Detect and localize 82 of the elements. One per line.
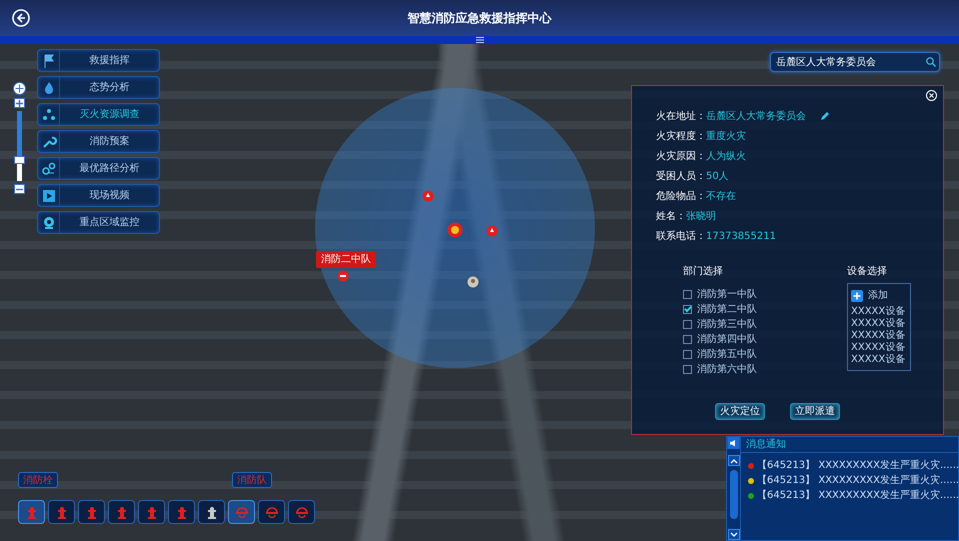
field-label: 受困人员：: [656, 170, 706, 184]
field-value: 17373855211: [706, 230, 776, 244]
chevron-down-icon: [730, 532, 738, 538]
zoom-slider[interactable]: [17, 111, 22, 181]
pin-icon: [422, 190, 434, 204]
field-label: 火灾程度：: [656, 130, 706, 144]
checkbox-label: 消防第五中队: [697, 348, 757, 362]
checkbox-item[interactable]: 消防第六中队: [683, 362, 757, 377]
speaker-icon: [727, 437, 740, 450]
close-icon: [926, 90, 937, 101]
checkbox[interactable]: [683, 290, 692, 299]
pin-icon: [486, 225, 498, 239]
menu-item[interactable]: 最优路径分析: [37, 157, 160, 180]
field-label: 联系电话：: [656, 230, 706, 244]
checkbox[interactable]: [683, 335, 692, 344]
station-marker-icon: [337, 270, 349, 282]
field-value: 岳麓区人大常务委员会: [706, 110, 806, 124]
checkbox[interactable]: [683, 350, 692, 359]
checkbox-item[interactable]: 消防第二中队: [683, 302, 757, 317]
checkbox-label: 消防第三中队: [697, 318, 757, 332]
back-button[interactable]: [12, 9, 30, 27]
checkbox-label: 消防第一中队: [697, 288, 757, 302]
search-field[interactable]: 岳麓区人大常务委员会: [770, 52, 940, 72]
slider-thumb[interactable]: [14, 156, 25, 164]
checkbox[interactable]: [683, 320, 692, 329]
toolbar-button[interactable]: [198, 500, 225, 524]
checkbox[interactable]: [683, 305, 692, 314]
search-icon[interactable]: [926, 57, 936, 67]
back-icon: [12, 9, 30, 27]
menu-item[interactable]: 灭火资源调查: [37, 103, 160, 126]
scroll-down-button[interactable]: [728, 529, 740, 540]
checkbox-label: 消防第二中队: [697, 302, 757, 317]
menu-item[interactable]: 救援指挥: [37, 49, 160, 72]
fire-marker-icon: [447, 222, 463, 238]
drag-handle-icon[interactable]: [476, 37, 484, 43]
device-item: XXXXX设备: [851, 318, 906, 330]
page-title: 智慧消防应急救援指挥中心: [408, 10, 552, 27]
chevron-up-icon: [730, 458, 738, 464]
route-icon: [40, 160, 58, 178]
field-label: 姓名：: [656, 210, 686, 224]
menu-item[interactable]: 现场视频: [37, 184, 160, 207]
zoom-out-button[interactable]: [14, 184, 25, 194]
field-value: 50人: [706, 170, 729, 184]
section-title: 部门选择: [683, 264, 724, 279]
plus-icon: [851, 290, 863, 302]
add-button[interactable]: 添加: [851, 288, 888, 303]
field-label: 火灾原因：: [656, 150, 706, 164]
close-button[interactable]: [926, 90, 937, 101]
checkbox-item[interactable]: 消防第一中队: [683, 287, 757, 302]
field-value: 人为纵火: [706, 150, 746, 164]
checkbox-item[interactable]: 消防第三中队: [683, 317, 757, 332]
zoom-in-button[interactable]: [14, 98, 25, 108]
field-label: 火在地址：: [656, 110, 706, 124]
checkbox-label: 消防第六中队: [697, 362, 757, 377]
checkbox-item[interactable]: 消防第四中队: [683, 332, 757, 347]
field-label: 危险物品：: [656, 190, 706, 204]
menu-item[interactable]: 态势分析: [37, 76, 160, 99]
panel-title: 消息通知: [741, 437, 959, 453]
checkbox-item[interactable]: 消防第五中队: [683, 347, 757, 362]
checkbox-label: 消防第四中队: [697, 332, 757, 347]
dispatch-button[interactable]: 立即派遣: [790, 403, 840, 420]
plus-icon: [16, 100, 23, 106]
menu-item[interactable]: 消防预案: [37, 130, 160, 153]
menu-item[interactable]: 重点区域监控: [37, 211, 160, 234]
field-value: 张晓明: [686, 210, 716, 224]
pencil-icon: [820, 111, 830, 121]
marker-label: 消防二中队: [316, 251, 376, 268]
notification-text[interactable]: 【645213】 XXXXXXXXX发生严重火灾......: [757, 473, 959, 488]
field-value: 不存在: [706, 190, 736, 204]
locate-button[interactable]: 火灾定位: [715, 403, 765, 420]
checkbox[interactable]: [683, 365, 692, 374]
notification-text[interactable]: 【645213】 XXXXXXXXX发生严重火灾......: [757, 458, 959, 473]
device-item: XXXXX设备: [851, 354, 906, 366]
section-title: 设备选择: [847, 264, 888, 279]
device-item: XXXXX设备: [851, 306, 906, 318]
pin-icon: [467, 276, 479, 290]
notification-text[interactable]: 【645213】 XXXXXXXXX发生严重火灾......: [757, 488, 959, 503]
scrollbar-thumb[interactable]: [730, 470, 738, 520]
device-item: XXXXX设备: [851, 342, 906, 354]
field-value: 重度火灾: [706, 130, 746, 144]
device-item: XXXXX设备: [851, 330, 906, 342]
scroll-up-button[interactable]: [728, 455, 740, 466]
